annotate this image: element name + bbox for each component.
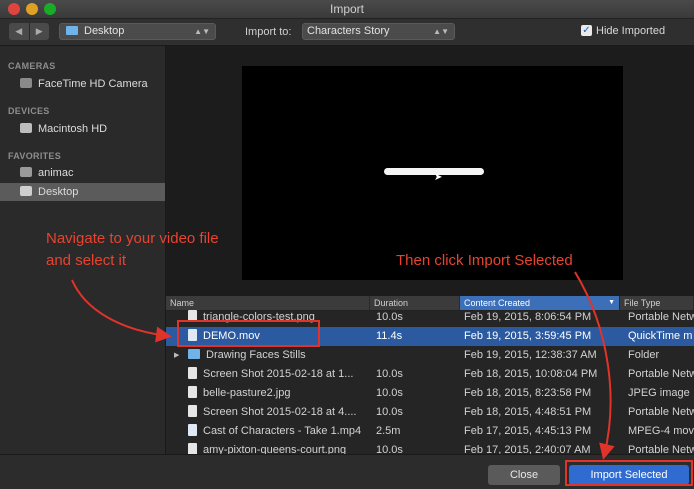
- file-duration: 10.0s: [376, 311, 403, 323]
- disk-icon: [20, 123, 32, 133]
- file-name: amy-pixton-queens-court.png: [203, 444, 347, 454]
- file-name: belle-pasture2.jpg: [203, 387, 291, 399]
- file-duration: 11.4s: [376, 330, 403, 342]
- folder-icon: [66, 26, 78, 35]
- sidebar-heading-favorites: FAVORITES: [8, 151, 62, 161]
- close-button[interactable]: Close: [488, 465, 560, 485]
- import-to-value: Characters Story: [307, 25, 390, 37]
- toolbar: ◀ ▶ Desktop ▲▼ Import to: Characters Sto…: [0, 19, 694, 46]
- sidebar-item-facetime-camera[interactable]: FaceTime HD Camera: [0, 75, 165, 93]
- table-row[interactable]: amy-pixton-queens-court.png 10.0s Feb 17…: [166, 441, 694, 454]
- file-created: Feb 18, 2015, 4:48:51 PM: [464, 406, 592, 418]
- table-row[interactable]: Screen Shot 2015-02-18 at 1... 10.0s Feb…: [166, 365, 694, 384]
- location-popup[interactable]: Desktop ▲▼: [59, 23, 216, 40]
- file-duration: 10.0s: [376, 387, 403, 399]
- hide-imported-label[interactable]: Hide Imported: [596, 25, 665, 37]
- file-type: Portable Netw: [628, 311, 694, 323]
- file-created: Feb 17, 2015, 2:40:07 AM: [464, 444, 591, 454]
- sidebar-item-label: FaceTime HD Camera: [38, 78, 148, 90]
- file-name: Screen Shot 2015-02-18 at 4....: [203, 406, 357, 418]
- file-created: Feb 19, 2015, 3:59:45 PM: [464, 330, 592, 342]
- file-duration: 10.0s: [376, 444, 403, 454]
- sidebar-heading-cameras: CAMERAS: [8, 61, 56, 71]
- file-icon: [188, 386, 197, 398]
- file-name: Cast of Characters - Take 1.mp4: [203, 425, 362, 437]
- title-bar: Import: [0, 0, 694, 19]
- file-type: MPEG-4 mov: [628, 425, 694, 437]
- file-created: Feb 19, 2015, 8:06:54 PM: [464, 311, 592, 323]
- movie-file-icon: [188, 424, 197, 436]
- file-duration: 10.0s: [376, 368, 403, 380]
- video-preview[interactable]: ➤: [242, 66, 623, 280]
- file-created: Feb 18, 2015, 10:08:04 PM: [464, 368, 598, 380]
- pointer-cursor-icon: ➤: [434, 172, 443, 183]
- location-label: Desktop: [84, 25, 125, 37]
- sidebar-item-label: animac: [38, 167, 74, 179]
- file-created: Feb 17, 2015, 4:45:13 PM: [464, 425, 592, 437]
- sidebar-item-animac[interactable]: animac: [0, 164, 165, 182]
- folder-icon: [188, 349, 200, 359]
- file-created: Feb 18, 2015, 8:23:58 PM: [464, 387, 592, 399]
- window-title: Import: [329, 2, 364, 16]
- home-icon: [20, 167, 32, 177]
- import-to-popup[interactable]: Characters Story ▲▼: [302, 23, 455, 40]
- file-icon: [188, 367, 197, 379]
- highlight-box-import-button: [565, 460, 693, 486]
- file-icon: [188, 443, 197, 454]
- file-type: QuickTime m: [628, 330, 693, 342]
- file-duration: 10.0s: [376, 406, 403, 418]
- camera-icon: [20, 78, 32, 88]
- desktop-icon: [20, 186, 32, 196]
- annotation-step-2: Then click Import Selected: [396, 252, 573, 269]
- file-duration: 2.5m: [376, 425, 401, 437]
- column-header-label: Content Created: [464, 298, 531, 308]
- highlight-box-demo-file: [177, 320, 320, 347]
- file-type: Folder: [628, 349, 660, 361]
- file-name: Drawing Faces Stills: [206, 349, 306, 361]
- file-name: Screen Shot 2015-02-18 at 1...: [203, 368, 354, 380]
- file-type: JPEG image: [628, 387, 690, 399]
- up-down-arrows-icon: ▲▼: [433, 27, 449, 36]
- chevron-left-icon[interactable]: ◀: [9, 23, 30, 40]
- sidebar-item-label: Desktop: [38, 186, 79, 198]
- annotation-step-1: Navigate to your video file and select i…: [46, 230, 219, 269]
- sidebar-item-desktop[interactable]: Desktop: [0, 183, 165, 201]
- import-to-label: Import to:: [245, 26, 292, 38]
- file-icon: [188, 405, 197, 417]
- sidebar-heading-devices: DEVICES: [8, 106, 50, 116]
- navigation-buttons: ◀ ▶: [9, 23, 49, 40]
- file-created: Feb 19, 2015, 12:38:37 AM: [464, 349, 597, 361]
- file-type: Portable Netw: [628, 406, 694, 418]
- table-row[interactable]: belle-pasture2.jpg 10.0s Feb 18, 2015, 8…: [166, 384, 694, 403]
- file-type: Portable Netw: [628, 368, 694, 380]
- sidebar-item-macintosh-hd[interactable]: Macintosh HD: [0, 120, 165, 138]
- table-row[interactable]: ▶ Drawing Faces Stills Feb 19, 2015, 12:…: [166, 346, 694, 365]
- hide-imported-checkbox[interactable]: ✓: [581, 25, 592, 36]
- up-down-arrows-icon: ▲▼: [194, 27, 210, 36]
- file-type: Portable Netw: [628, 444, 694, 454]
- disclosure-triangle-icon[interactable]: ▶: [174, 346, 179, 365]
- table-row[interactable]: Screen Shot 2015-02-18 at 4.... 10.0s Fe…: [166, 403, 694, 422]
- sidebar-item-label: Macintosh HD: [38, 123, 108, 135]
- chevron-right-icon[interactable]: ▶: [30, 23, 50, 40]
- table-row[interactable]: Cast of Characters - Take 1.mp4 2.5m Feb…: [166, 422, 694, 441]
